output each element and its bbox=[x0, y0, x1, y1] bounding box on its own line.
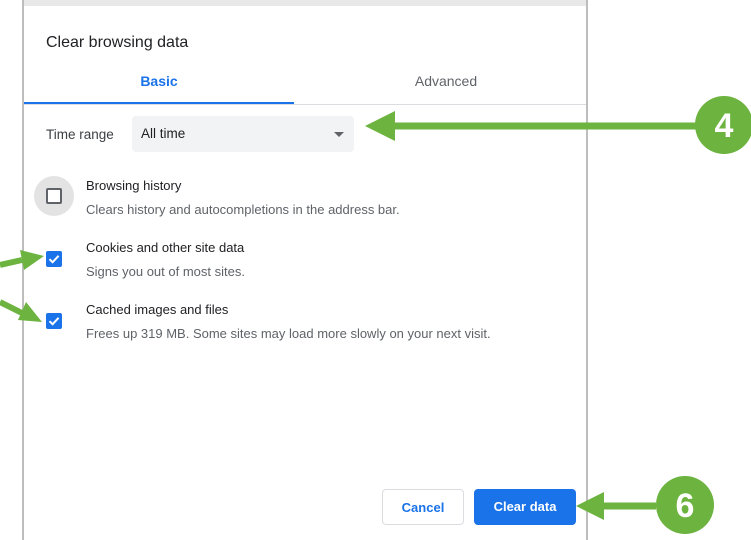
tutorial-annotation-layer: 4 6 bbox=[0, 96, 751, 534]
arrow-to-cached-checkbox bbox=[0, 299, 42, 322]
arrow-to-cookies-checkbox bbox=[0, 250, 44, 270]
step-4-marker: 4 bbox=[695, 96, 751, 154]
step-6-label: 6 bbox=[676, 487, 695, 525]
step-6-marker: 6 bbox=[656, 476, 714, 534]
arrow-to-time-range bbox=[365, 111, 698, 141]
arrow-to-clear-data bbox=[576, 492, 656, 520]
step-4-label: 4 bbox=[715, 107, 734, 145]
